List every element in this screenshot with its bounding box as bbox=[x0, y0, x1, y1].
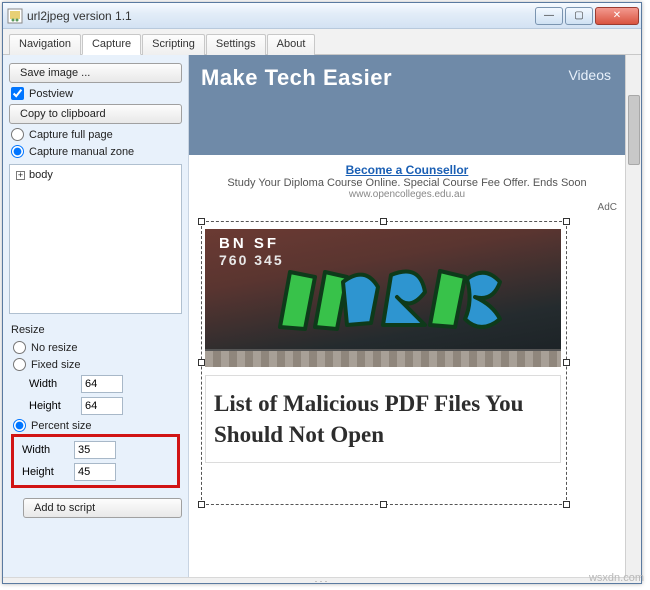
ad-domain: www.opencolleges.edu.au bbox=[197, 189, 617, 200]
tab-settings[interactable]: Settings bbox=[206, 34, 266, 55]
capture-full-page-label: Capture full page bbox=[29, 129, 113, 141]
pct-height-input[interactable] bbox=[74, 463, 116, 481]
resize-handle-n[interactable] bbox=[380, 218, 387, 225]
pct-height-row: Height bbox=[16, 461, 175, 483]
fixed-height-input[interactable] bbox=[81, 397, 123, 415]
postview-label: Postview bbox=[29, 88, 73, 100]
no-resize-label: No resize bbox=[31, 342, 77, 354]
hero-nav-link[interactable]: Videos bbox=[568, 67, 611, 83]
app-icon bbox=[7, 8, 23, 24]
no-resize-row: No resize bbox=[11, 339, 180, 356]
resize-handle-w[interactable] bbox=[198, 359, 205, 366]
postview-row: Postview bbox=[9, 85, 182, 102]
resize-handle-se[interactable] bbox=[563, 501, 570, 508]
resize-handle-nw[interactable] bbox=[198, 218, 205, 225]
window-title: url2jpeg version 1.1 bbox=[27, 9, 533, 23]
ad-link[interactable]: Become a Counsellor bbox=[346, 163, 469, 177]
pct-width-input[interactable] bbox=[74, 441, 116, 459]
page-content: Make Tech Easier Videos Become a Counsel… bbox=[189, 55, 625, 577]
percent-size-row: Percent size bbox=[11, 417, 180, 434]
no-resize-radio[interactable] bbox=[13, 341, 26, 354]
status-resize-grip[interactable]: ··· bbox=[3, 577, 641, 583]
hero-banner: Make Tech Easier Videos bbox=[189, 55, 625, 155]
app-window: url2jpeg version 1.1 — ▢ ✕ Navigation Ca… bbox=[2, 2, 642, 584]
fixed-size-label: Fixed size bbox=[31, 359, 81, 371]
watermark: wsxdn.com bbox=[589, 572, 644, 584]
scrollbar-thumb[interactable] bbox=[628, 95, 640, 165]
tab-scripting[interactable]: Scripting bbox=[142, 34, 205, 55]
minimize-button[interactable]: — bbox=[535, 7, 563, 25]
titlebar: url2jpeg version 1.1 — ▢ ✕ bbox=[3, 3, 641, 29]
fixed-height-label: Height bbox=[29, 400, 75, 412]
resize-group: Resize No resize Fixed size Width Height bbox=[9, 320, 182, 490]
percent-size-label: Percent size bbox=[31, 420, 92, 432]
window-buttons: — ▢ ✕ bbox=[533, 7, 639, 25]
tab-strip: Navigation Capture Scripting Settings Ab… bbox=[3, 29, 641, 55]
resize-title: Resize bbox=[11, 324, 180, 336]
save-image-button[interactable]: Save image ... bbox=[9, 63, 182, 83]
tab-navigation[interactable]: Navigation bbox=[9, 34, 81, 55]
capture-manual-zone-label: Capture manual zone bbox=[29, 146, 134, 158]
fixed-width-label: Width bbox=[29, 378, 75, 390]
highlight-percent-fields: Width Height bbox=[11, 434, 180, 488]
tab-label: Navigation bbox=[19, 38, 71, 50]
capture-manual-zone-row: Capture manual zone bbox=[9, 143, 182, 160]
fixed-size-radio[interactable] bbox=[13, 358, 26, 371]
resize-handle-sw[interactable] bbox=[198, 501, 205, 508]
pct-width-label: Width bbox=[22, 444, 68, 456]
close-button[interactable]: ✕ bbox=[595, 7, 639, 25]
ad-text: Study Your Diploma Course Online. Specia… bbox=[197, 177, 617, 189]
tab-about[interactable]: About bbox=[267, 34, 316, 55]
pct-height-label: Height bbox=[22, 466, 68, 478]
fixed-width-input[interactable] bbox=[81, 375, 123, 393]
tab-label: Settings bbox=[216, 38, 256, 50]
percent-size-radio[interactable] bbox=[13, 419, 26, 432]
tab-capture[interactable]: Capture bbox=[82, 34, 141, 55]
postview-checkbox[interactable] bbox=[11, 87, 24, 100]
capture-full-page-row: Capture full page bbox=[9, 126, 182, 143]
resize-handle-s[interactable] bbox=[380, 501, 387, 508]
tab-label: Capture bbox=[92, 38, 131, 50]
tree-root-item[interactable]: + body bbox=[16, 169, 175, 181]
tab-label: About bbox=[277, 38, 306, 50]
tab-label: Scripting bbox=[152, 38, 195, 50]
ad-label: AdC bbox=[189, 202, 625, 213]
vertical-scrollbar[interactable] bbox=[625, 55, 641, 577]
capture-selection[interactable] bbox=[201, 221, 567, 505]
fixed-width-row: Width bbox=[11, 373, 180, 395]
pct-width-row: Width bbox=[16, 439, 175, 461]
fixed-size-row: Fixed size bbox=[11, 356, 180, 373]
fixed-height-row: Height bbox=[11, 395, 180, 417]
tree-expander-icon[interactable]: + bbox=[16, 171, 25, 180]
ad-block: Become a Counsellor Study Your Diploma C… bbox=[189, 155, 625, 202]
body-area: Save image ... Postview Copy to clipboar… bbox=[3, 55, 641, 577]
article-area: BN SF 760 345 bbox=[189, 213, 625, 577]
copy-clipboard-button[interactable]: Copy to clipboard bbox=[9, 104, 182, 124]
site-title: Make Tech Easier bbox=[201, 65, 613, 91]
resize-handle-e[interactable] bbox=[563, 359, 570, 366]
dom-tree[interactable]: + body bbox=[9, 164, 182, 314]
capture-manual-zone-radio[interactable] bbox=[11, 145, 24, 158]
add-to-script-button[interactable]: Add to script bbox=[23, 498, 182, 518]
capture-sidebar: Save image ... Postview Copy to clipboar… bbox=[3, 55, 189, 577]
page-preview: Make Tech Easier Videos Become a Counsel… bbox=[189, 55, 641, 577]
resize-handle-ne[interactable] bbox=[563, 218, 570, 225]
maximize-button[interactable]: ▢ bbox=[565, 7, 593, 25]
tree-root-label: body bbox=[29, 169, 53, 181]
capture-full-page-radio[interactable] bbox=[11, 128, 24, 141]
